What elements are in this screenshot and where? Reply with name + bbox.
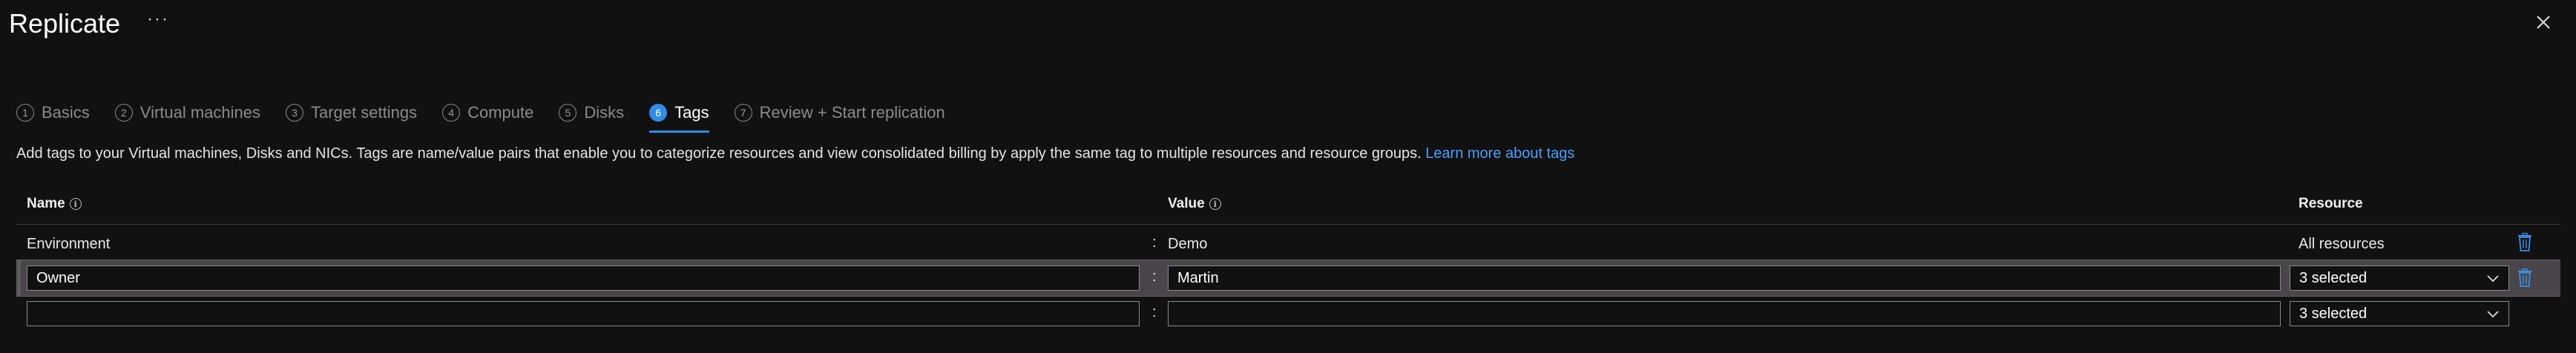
column-header-label: Value — [1168, 196, 1205, 211]
tag-name-input[interactable] — [27, 301, 1140, 326]
step-label: Compute — [467, 103, 534, 122]
step-label: Tags — [674, 103, 709, 122]
delete-icon[interactable] — [2516, 233, 2534, 252]
wizard-steps: 1 Basics 2 Virtual machines 3 Target set… — [16, 99, 970, 133]
info-icon[interactable]: i — [69, 198, 82, 210]
tab-disks[interactable]: 5 Disks — [559, 103, 624, 122]
tab-tags[interactable]: 6 Tags — [649, 103, 710, 133]
resource-select[interactable]: 3 selected — [2290, 301, 2509, 326]
tab-review-start-replication[interactable]: 7 Review + Start replication — [734, 103, 945, 122]
chevron-down-icon — [2487, 311, 2499, 318]
column-header-name: Name i — [27, 196, 82, 212]
chevron-down-icon — [2487, 275, 2499, 283]
description-text: Add tags to your Virtual machines, Disks… — [16, 145, 1422, 162]
column-header-resource: Resource — [2299, 196, 2363, 212]
replicate-blade: Replicate ··· 1 Basics 2 Virtual machine… — [0, 0, 2576, 353]
step-label: Virtual machines — [139, 103, 261, 122]
tag-name-text: Environment — [27, 236, 111, 252]
tags-description: Add tags to your Virtual machines, Disks… — [16, 145, 1574, 162]
step-number: 1 — [16, 104, 34, 122]
info-icon[interactable]: i — [1209, 198, 1221, 210]
resource-select-value: 3 selected — [2299, 269, 2368, 286]
step-number: 6 — [649, 104, 668, 122]
tab-target-settings[interactable]: 3 Target settings — [286, 103, 417, 122]
step-label: Basics — [42, 103, 90, 122]
tab-compute[interactable]: 4 Compute — [442, 103, 533, 122]
page-title: Replicate — [9, 8, 121, 39]
step-label: Review + Start replication — [759, 103, 945, 122]
column-header-label: Resource — [2299, 196, 2363, 211]
column-header-label: Name — [27, 196, 65, 211]
more-options-button[interactable]: ··· — [147, 9, 169, 30]
resource-select[interactable]: 3 selected — [2290, 265, 2509, 291]
delete-icon[interactable] — [2516, 268, 2534, 288]
tag-value-input[interactable] — [1168, 301, 2281, 326]
step-number: 2 — [114, 104, 133, 122]
close-icon[interactable] — [2530, 9, 2557, 36]
learn-more-link[interactable]: Learn more about tags — [1425, 145, 1574, 162]
resource-select-value: 3 selected — [2299, 305, 2368, 322]
tab-basics[interactable]: 1 Basics — [16, 103, 90, 122]
step-label: Disks — [584, 103, 625, 122]
header-divider — [16, 224, 2560, 225]
separator: : — [1152, 304, 1157, 320]
column-header-value: Value i — [1168, 196, 1221, 212]
tag-name-input[interactable]: Owner — [27, 265, 1140, 291]
step-number: 3 — [286, 104, 304, 122]
tab-virtual-machines[interactable]: 2 Virtual machines — [114, 103, 261, 122]
tag-value-input[interactable]: Martin — [1168, 265, 2281, 291]
step-label: Target settings — [311, 103, 418, 122]
step-number: 4 — [442, 104, 461, 122]
separator: : — [1152, 234, 1157, 251]
tag-value-text: Demo — [1168, 236, 1208, 252]
tag-resource-text: All resources — [2299, 236, 2385, 252]
step-number: 7 — [734, 104, 752, 122]
separator: : — [1152, 268, 1157, 285]
step-number: 5 — [559, 104, 577, 122]
